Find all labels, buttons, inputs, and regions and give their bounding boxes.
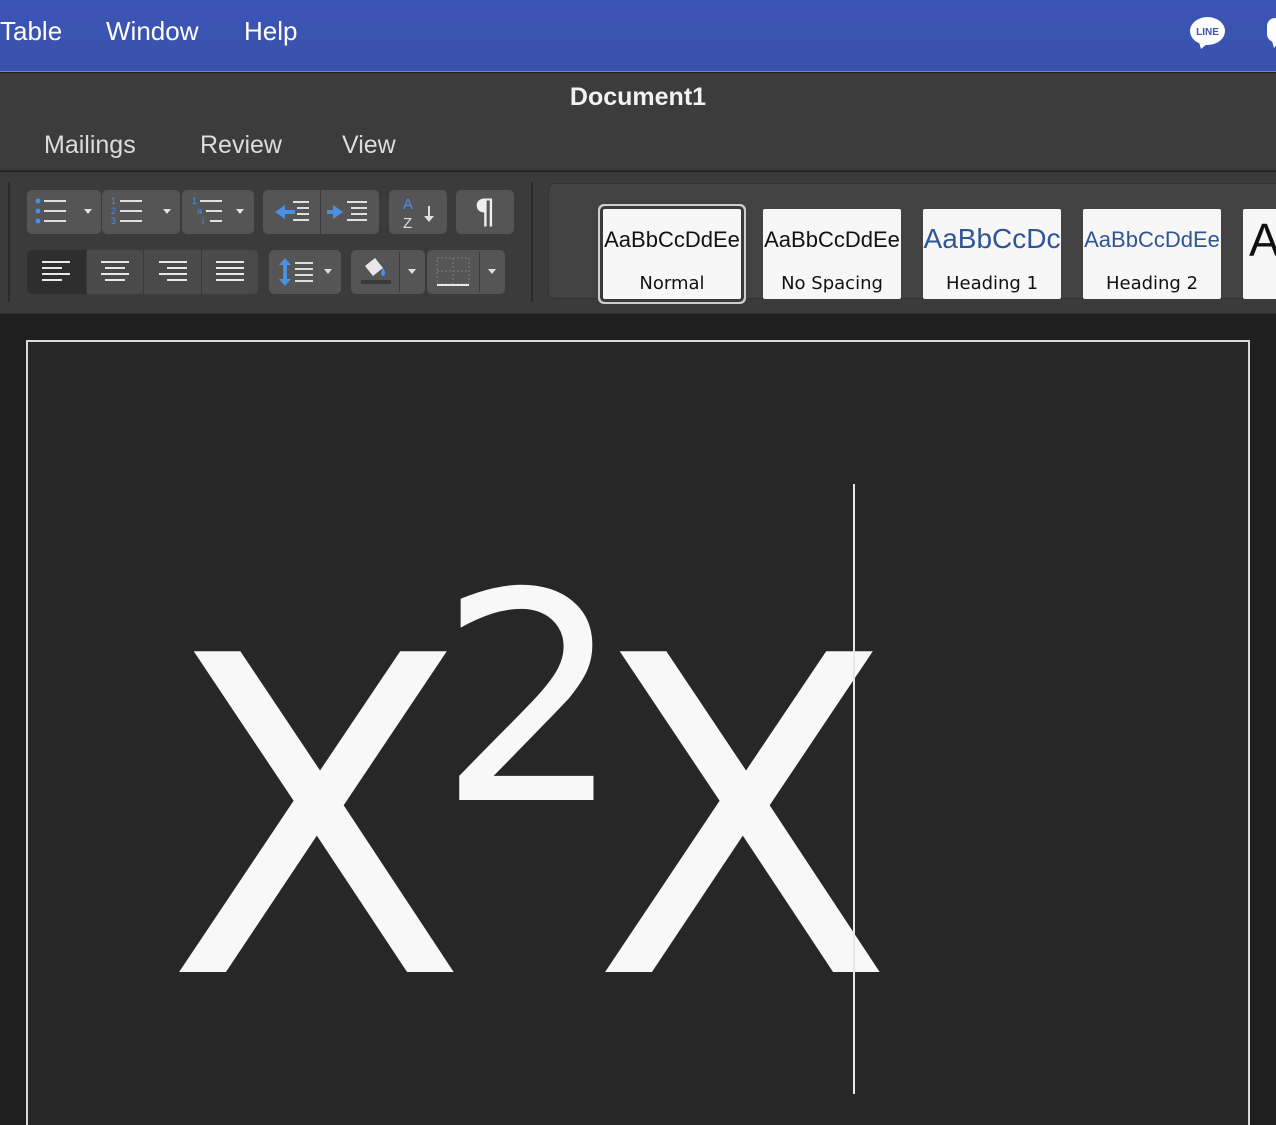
style-heading-2[interactable]: AaBbCcDdEe Heading 2	[1083, 209, 1221, 299]
style-title[interactable]: A	[1243, 209, 1276, 299]
sort-letter-z: Z	[403, 215, 412, 232]
style-heading-1[interactable]: AaBbCcDc Heading 1	[923, 209, 1061, 299]
increase-indent-icon[interactable]	[321, 190, 379, 234]
document-text-base-2: X	[592, 564, 894, 1076]
style-name: Normal	[639, 273, 705, 294]
window-titlebar: Document1 Mailings Review View	[0, 73, 1276, 171]
borders-button[interactable]	[427, 250, 505, 294]
indent-group	[263, 190, 379, 234]
bullets-button[interactable]	[27, 190, 101, 234]
tab-mailings[interactable]: Mailings	[44, 131, 136, 160]
bullets-icon	[35, 198, 92, 224]
svg-text:3: 3	[111, 216, 116, 226]
tab-view[interactable]: View	[342, 131, 396, 160]
pilcrow-icon: ¶	[474, 192, 496, 232]
style-name: Heading 2	[1105, 273, 1199, 294]
style-sample: AaBbCcDdEe	[764, 227, 900, 252]
sort-icon: A Z	[403, 196, 434, 232]
ribbon-divider	[8, 182, 10, 302]
numbering-button[interactable]: 1 2 3	[102, 190, 180, 234]
svg-text:i: i	[202, 216, 204, 226]
shading-icon	[361, 252, 416, 292]
svg-text:a: a	[197, 206, 202, 216]
style-sample: AaBbCcDdEe	[604, 227, 740, 252]
menu-window[interactable]: Window	[106, 16, 198, 47]
ribbon-home-paragraph: 1 2 3 1 a i A Z ¶ AaBbCcDdEe Normal AaBb…	[0, 172, 1276, 314]
svg-text:1: 1	[111, 196, 116, 206]
chat-bubble-icon[interactable]	[1262, 15, 1276, 49]
text-cursor	[853, 484, 855, 1094]
line-spacing-icon	[279, 258, 332, 286]
sort-letter-a: A	[403, 196, 413, 213]
line-app-icon[interactable]: LINE	[1189, 16, 1226, 49]
document-text-base: X	[166, 564, 468, 1076]
align-left-icon[interactable]	[27, 250, 86, 294]
style-sample: A	[1249, 214, 1276, 266]
svg-text:2: 2	[111, 206, 116, 216]
decrease-indent-icon[interactable]	[263, 190, 321, 234]
align-right-icon[interactable]	[144, 250, 202, 294]
document-title: Document1	[569, 83, 707, 111]
sort-button[interactable]: A Z	[389, 190, 447, 234]
ribbon-divider	[531, 182, 533, 302]
menu-table[interactable]: Table	[0, 16, 62, 47]
multilevel-list-icon: 1 a i	[192, 196, 244, 226]
style-name: No Spacing	[781, 273, 883, 294]
tab-review[interactable]: Review	[200, 131, 282, 160]
borders-icon	[436, 252, 496, 292]
alignment-group	[27, 250, 258, 294]
multilevel-list-button[interactable]: 1 a i	[182, 190, 254, 234]
line-spacing-button[interactable]	[269, 250, 341, 294]
align-center-icon[interactable]	[86, 250, 144, 294]
shading-button[interactable]	[351, 250, 425, 294]
menu-help[interactable]: Help	[244, 16, 297, 47]
style-sample: AaBbCcDdEe	[1084, 227, 1220, 252]
menu-bar: Table Window Help LINE	[0, 0, 1276, 72]
style-sample: AaBbCcDc	[923, 223, 1061, 254]
svg-text:1: 1	[192, 196, 197, 206]
style-no-spacing[interactable]: AaBbCcDdEe No Spacing	[763, 209, 901, 299]
justify-icon[interactable]	[202, 250, 258, 294]
line-icon-label: LINE	[1196, 27, 1219, 38]
style-name: Heading 1	[945, 273, 1039, 294]
numbering-icon: 1 2 3	[111, 196, 171, 226]
style-normal[interactable]: AaBbCcDdEe Normal	[603, 209, 741, 299]
styles-gallery: AaBbCcDdEe Normal AaBbCcDdEe No Spacing …	[548, 183, 1276, 299]
show-formatting-marks-button[interactable]: ¶	[456, 190, 514, 234]
